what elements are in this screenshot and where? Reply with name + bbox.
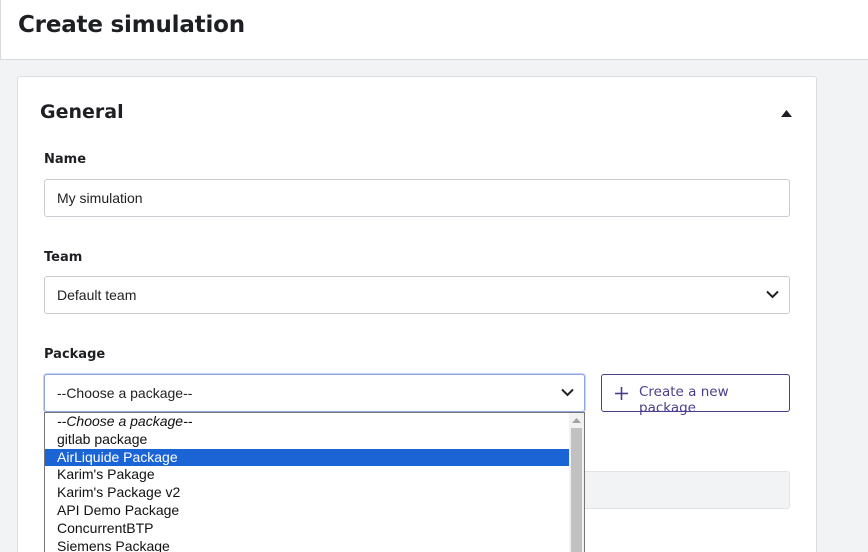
package-option[interactable]: Karim's Package v2 [45, 484, 570, 502]
package-option[interactable]: Karim's Pakage [45, 466, 570, 484]
package-label: Package [44, 347, 106, 362]
team-label: Team [44, 250, 83, 265]
obscured-field [585, 471, 790, 509]
header-bar: Create simulation [0, 0, 868, 60]
package-select-value: --Choose a package-- [57, 385, 193, 401]
package-option-highlighted[interactable]: AirLiquide Package [45, 448, 570, 467]
team-select-value: Default team [57, 287, 137, 303]
package-option[interactable]: gitlab package [45, 431, 570, 449]
create-package-button[interactable]: Create a new package [601, 374, 790, 416]
package-option[interactable]: --Choose a package-- [45, 413, 570, 431]
package-dropdown-list[interactable]: --Choose a package-- gitlab package AirL… [44, 412, 585, 552]
package-option[interactable]: ConcurrentBTP [45, 520, 570, 538]
chevron-down-icon [766, 290, 779, 299]
caret-up-icon[interactable] [781, 110, 792, 117]
package-select[interactable]: --Choose a package-- [44, 374, 585, 412]
package-option[interactable]: Siemens Package [45, 538, 570, 552]
create-package-label: Create a new package [639, 384, 729, 416]
page-title: Create simulation [18, 12, 245, 38]
plus-icon [615, 387, 628, 400]
scroll-up-arrow-icon[interactable] [572, 417, 581, 424]
section-title-general: General [40, 101, 124, 123]
scrollbar-thumb[interactable] [571, 428, 582, 552]
name-input[interactable]: My simulation [44, 179, 790, 217]
dropdown-scrollbar[interactable] [569, 413, 584, 552]
chevron-down-icon [561, 388, 574, 397]
package-option[interactable]: API Demo Package [45, 502, 570, 520]
team-select[interactable]: Default team [44, 276, 790, 314]
name-label: Name [44, 152, 87, 167]
